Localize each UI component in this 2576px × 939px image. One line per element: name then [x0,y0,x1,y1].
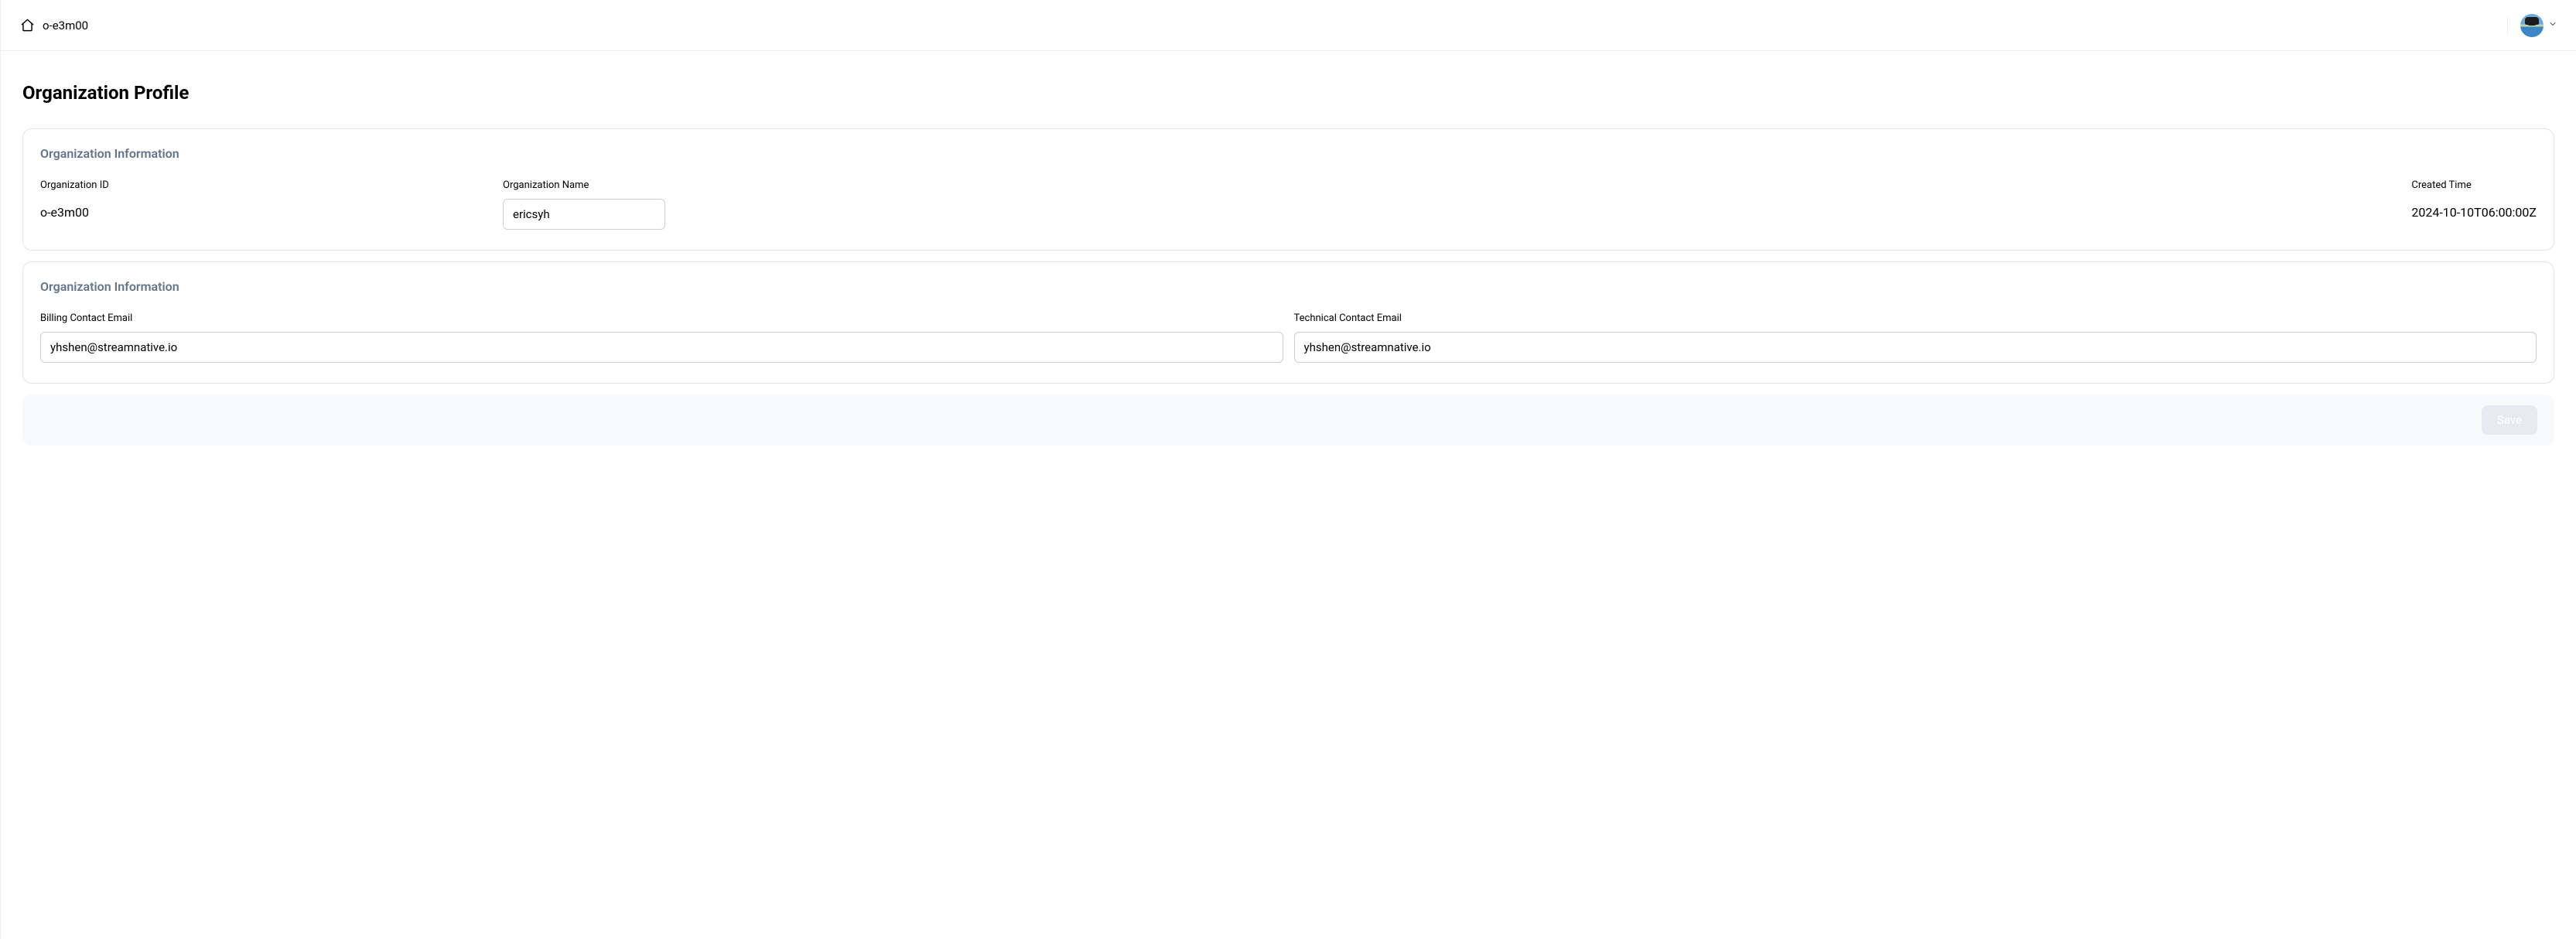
topbar: o-e3m00 [1,0,2576,51]
created-time-field: Created Time 2024-10-10T06:00:00Z [2411,179,2537,220]
page-title: Organization Profile [22,82,2554,104]
created-time-label: Created Time [2411,179,2537,191]
breadcrumb[interactable]: o-e3m00 [19,18,88,33]
home-icon [19,18,35,33]
breadcrumb-org: o-e3m00 [43,19,88,32]
org-name-label: Organization Name [503,179,665,191]
footer-bar: Save [22,394,2554,446]
org-id-label: Organization ID [40,179,503,191]
content: Organization Profile Organization Inform… [1,51,2576,467]
avatar [2520,14,2544,37]
billing-email-label: Billing Contact Email [40,312,1283,324]
org-name-input[interactable] [503,199,665,230]
technical-email-label: Technical Contact Email [1294,312,2537,324]
card-title: Organization Information [40,146,2537,161]
created-time-value: 2024-10-10T06:00:00Z [2411,199,2537,220]
card-title: Organization Information [40,279,2537,294]
user-menu[interactable] [2520,14,2557,37]
org-info-card-2: Organization Information Billing Contact… [22,261,2554,384]
billing-email-field: Billing Contact Email [40,312,1283,363]
user-area [2507,14,2557,37]
billing-email-input[interactable] [40,332,1283,363]
org-info-card-1: Organization Information Organization ID… [22,128,2554,251]
divider [2507,16,2508,35]
technical-email-field: Technical Contact Email [1294,312,2537,363]
org-id-field: Organization ID o-e3m00 [40,179,503,220]
technical-email-input[interactable] [1294,332,2537,363]
org-name-field: Organization Name [503,179,665,230]
org-id-value: o-e3m00 [40,199,503,220]
save-button[interactable]: Save [2482,405,2537,435]
chevron-down-icon [2548,19,2557,32]
